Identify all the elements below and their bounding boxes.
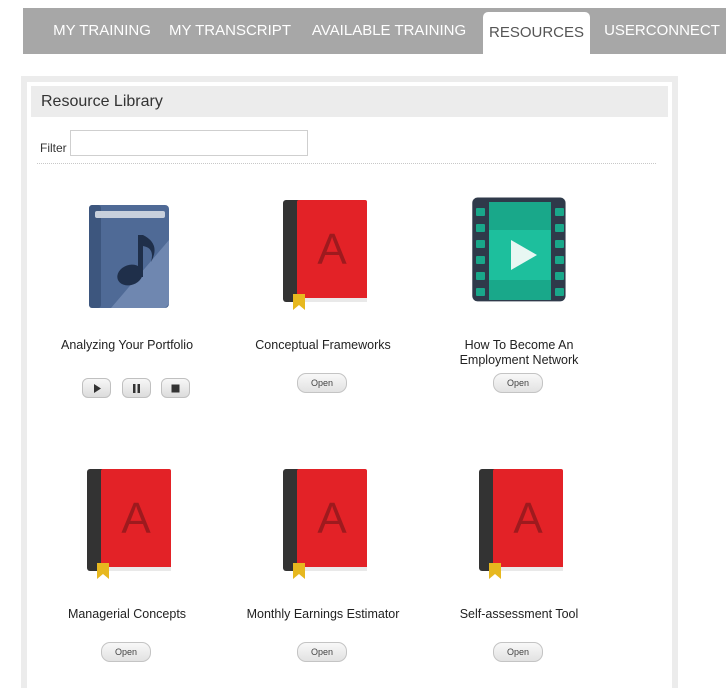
open-button[interactable]: Open <box>297 642 347 662</box>
svg-text:A: A <box>317 225 347 274</box>
open-button[interactable]: Open <box>297 373 347 393</box>
filter-label: Filter <box>40 141 67 155</box>
svg-text:A: A <box>317 494 347 543</box>
red-book-icon[interactable]: A <box>467 463 571 581</box>
tab-resources[interactable]: RESOURCES <box>483 12 590 54</box>
resource-title: How To Become An Employment Network <box>459 338 579 367</box>
red-book-icon[interactable]: A <box>271 194 375 312</box>
stop-button[interactable] <box>161 378 190 398</box>
resource-item-self-assessment-tool: A Self-assessment Tool Open <box>429 463 609 663</box>
resource-item-conceptual-frameworks: A Conceptual Frameworks Open <box>233 194 413 394</box>
play-button[interactable] <box>82 378 111 398</box>
stop-icon <box>171 384 180 393</box>
red-book-icon[interactable]: A <box>75 463 179 581</box>
resource-item-managerial-concepts: A Managerial Concepts Open <box>37 463 217 663</box>
resource-library-content: Resource Library Filter Analyzing Your P… <box>27 82 672 688</box>
resource-item-monthly-earnings-estimator: A Monthly Earnings Estimator Open <box>233 463 413 663</box>
red-book-icon[interactable]: A <box>271 463 375 581</box>
video-film-icon[interactable] <box>467 194 571 312</box>
resource-title: Self-assessment Tool <box>459 607 579 621</box>
resource-item-analyzing-your-portfolio: Analyzing Your Portfolio <box>37 200 217 400</box>
tab-my-transcript[interactable]: MY TRANSCRIPT <box>169 8 291 54</box>
open-button[interactable]: Open <box>101 642 151 662</box>
filter-input[interactable] <box>70 130 308 156</box>
resource-library-panel: Resource Library Filter Analyzing Your P… <box>21 76 678 688</box>
pause-button[interactable] <box>122 378 151 398</box>
media-controls <box>82 378 192 400</box>
resource-title: Monthly Earnings Estimator <box>246 607 400 621</box>
resource-title: Managerial Concepts <box>67 607 187 621</box>
tab-my-training[interactable]: MY TRAINING <box>35 8 169 54</box>
open-button[interactable]: Open <box>493 642 543 662</box>
resource-item-employment-network: How To Become An Employment Network Open <box>429 194 609 394</box>
tab-userconnect[interactable]: USERCONNECT <box>598 8 726 54</box>
top-nav-tabs: MY TRAINING MY TRANSCRIPT AVAILABLE TRAI… <box>23 8 726 54</box>
divider <box>37 163 656 164</box>
svg-text:A: A <box>121 494 151 543</box>
open-button[interactable]: Open <box>493 373 543 393</box>
resource-title: Analyzing Your Portfolio <box>60 338 194 352</box>
music-book-icon[interactable] <box>75 200 179 318</box>
panel-title: Resource Library <box>31 86 668 117</box>
tab-available-training[interactable]: AVAILABLE TRAINING <box>303 8 475 54</box>
pause-icon <box>133 384 140 393</box>
play-icon <box>94 384 101 393</box>
svg-text:A: A <box>513 494 543 543</box>
resource-title: Conceptual Frameworks <box>255 338 391 352</box>
